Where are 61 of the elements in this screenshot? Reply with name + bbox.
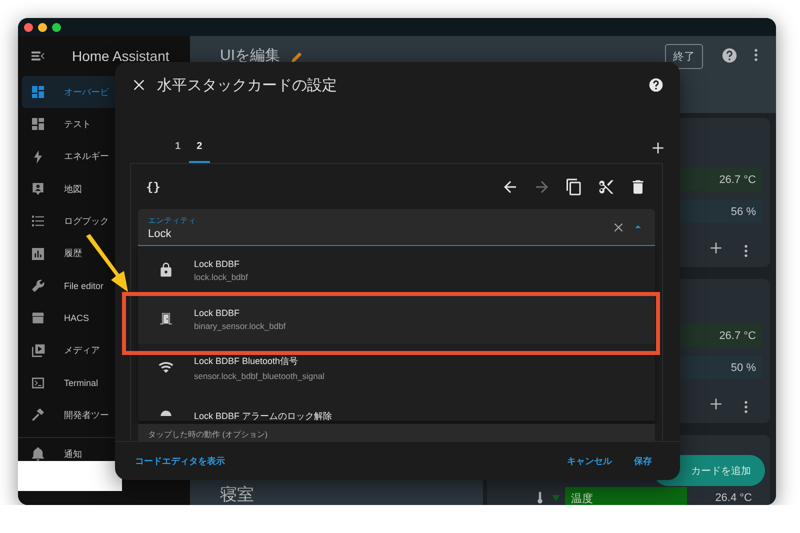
- dashboard-icon: [30, 116, 46, 132]
- sidebar-item[interactable]: ログブック: [22, 205, 122, 238]
- hammer-icon: [30, 407, 46, 424]
- bell-icon: [30, 446, 46, 462]
- sidebar-item[interactable]: エネルギー: [22, 140, 122, 173]
- help-icon[interactable]: [721, 47, 738, 64]
- entity-name: Lock BDBF Bluetooth信号: [194, 355, 300, 368]
- list-icon: [30, 213, 46, 230]
- window-control-dot[interactable]: [24, 22, 33, 32]
- sidebar-item[interactable]: 開発者ツー: [22, 398, 122, 432]
- door-icon: [158, 311, 174, 327]
- play-icon: [30, 342, 46, 359]
- entity-name: Lock BDBF: [194, 258, 241, 268]
- add-icon[interactable]: [708, 240, 724, 256]
- sidebar-item[interactable]: HACS: [22, 302, 122, 334]
- code-editor-link[interactable]: コードエディタを表示: [135, 454, 225, 468]
- temperature-bar: 温度: [565, 487, 687, 505]
- store-icon: [30, 310, 46, 326]
- window-control-dot[interactable]: [38, 22, 47, 32]
- save-button[interactable]: 保存: [634, 454, 652, 468]
- tap-action-field[interactable]: タップした時の動作 (オプション): [138, 424, 655, 441]
- copy-button[interactable]: [565, 178, 583, 196]
- entity-field[interactable]: エンティティ Lock: [138, 209, 655, 246]
- entity-option[interactable]: Lock BDBF lock.lock_bdbf: [138, 246, 655, 294]
- entity-id: binary_sensor.lock_bdbf: [194, 320, 286, 330]
- field-label: エンティティ: [148, 214, 197, 226]
- entity-id: sensor.lock_bdbf_bluetooth_signal: [194, 371, 324, 381]
- wrench-icon: [30, 278, 46, 294]
- entity-name: Lock BDBF: [194, 308, 241, 318]
- sidebar-item[interactable]: 地図: [22, 172, 122, 206]
- triangle-icon: [551, 493, 561, 503]
- sidebar-item[interactable]: テスト: [22, 108, 122, 141]
- help-icon[interactable]: [648, 77, 664, 93]
- entity-option[interactable]: Lock BDBF アラームのロック解除: [138, 392, 655, 421]
- scissors-button[interactable]: [597, 178, 615, 196]
- sidebar-item[interactable]: Terminal: [22, 366, 122, 399]
- lock-icon: [158, 262, 174, 278]
- card-tab[interactable]: 1: [167, 132, 189, 163]
- entity-input[interactable]: Lock: [148, 228, 612, 240]
- dashboard-icon: [30, 84, 46, 100]
- cancel-button[interactable]: キャンセル: [567, 454, 612, 468]
- entity-name: Lock BDBF アラームのロック解除: [194, 410, 332, 421]
- bar-chart-icon: [30, 246, 46, 262]
- card-tab[interactable]: 2: [188, 132, 210, 163]
- window-control-dot[interactable]: [52, 22, 61, 32]
- temperature-value: 26.4 °C: [714, 492, 753, 504]
- pencil-icon[interactable]: [290, 50, 304, 64]
- code-toggle[interactable]: {}: [146, 180, 160, 194]
- scissors-icon: [597, 178, 615, 196]
- entity-id: lock.lock_bdbf: [194, 272, 248, 282]
- add-icon[interactable]: [650, 140, 666, 156]
- clear-icon[interactable]: [612, 220, 625, 234]
- terminal-icon: [30, 374, 46, 391]
- close-icon[interactable]: [131, 77, 147, 93]
- sidebar-item[interactable]: メディア: [22, 334, 122, 367]
- map-icon: [30, 181, 46, 198]
- copy-icon: [565, 178, 583, 196]
- entity-option[interactable]: Lock BDBF binary_sensor.lock_bdbf: [138, 294, 655, 344]
- dialog-title: 水平スタックカードの設定: [157, 76, 338, 94]
- add-icon[interactable]: [708, 396, 724, 412]
- app-title: Home Assistant: [72, 48, 170, 64]
